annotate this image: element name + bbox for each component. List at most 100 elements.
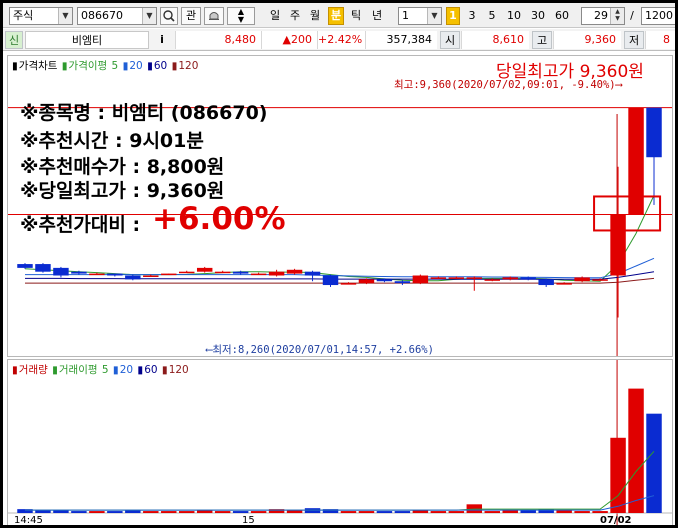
x-tick-1445: 14:45: [14, 515, 43, 525]
stock-info-button[interactable]: i: [153, 31, 171, 49]
stepper-icon[interactable]: ▲ ▼: [610, 8, 624, 24]
candle-body: [574, 277, 590, 282]
bell-icon: [209, 12, 219, 20]
legend-swatch-vol-ma60: ▮: [137, 364, 144, 376]
tab-day[interactable]: 일: [267, 7, 283, 25]
legend-swatch-ma120: ▮: [171, 60, 178, 72]
candle-body: [592, 279, 608, 281]
volume-bar: [71, 511, 87, 513]
volume-bar: [394, 511, 411, 513]
preset-30[interactable]: 30: [527, 7, 549, 25]
candle-body: [286, 269, 303, 274]
interval-value: 1: [402, 9, 409, 22]
legend-ma20: 20: [129, 60, 143, 72]
volume-bar: [592, 511, 608, 513]
search-button[interactable]: [160, 7, 178, 25]
price-change: ▲200: [261, 31, 317, 49]
candle-body: [161, 273, 177, 276]
candle-body: [556, 283, 572, 285]
chevron-down-icon[interactable]: ▼: [142, 8, 156, 24]
tab-minute[interactable]: 분: [328, 7, 344, 25]
tab-month[interactable]: 월: [307, 7, 323, 25]
legend-ma120: 120: [178, 60, 199, 72]
watchlist-button[interactable]: 관: [181, 7, 201, 25]
volume-bar: [628, 388, 644, 513]
legend-vol-ma60: 60: [144, 364, 158, 376]
legend-ma5: 5: [111, 60, 119, 72]
volume-bar: [214, 511, 231, 513]
chart-window: 주식 ▼ 086670 ▼ 관 ▲ ▼ 일 주 월 분 틱 년 1 ▼ 1 3 …: [3, 3, 675, 525]
recommend-highlight-box: [593, 195, 662, 232]
volume-bar: [646, 413, 662, 513]
legend-vol-ma120: 120: [168, 364, 189, 376]
volume-vol-ma20-line: [25, 495, 655, 511]
volume-bar: [179, 511, 195, 513]
candle-body: [143, 275, 159, 278]
volume-bar: [89, 511, 105, 513]
x-tick-0702: 07/02: [600, 515, 632, 525]
bell-button[interactable]: [204, 7, 224, 25]
candle-body: [304, 271, 321, 276]
stock-code-input[interactable]: 086670 ▼: [77, 7, 157, 25]
volume-bar: [448, 511, 465, 513]
candle-body: [376, 279, 393, 282]
preset-5[interactable]: 5: [484, 7, 500, 25]
volume-bar: [232, 511, 249, 513]
candle-body: [196, 267, 213, 272]
quote-bar: 신 비엠티 i 8,480 ▲200 +2.42% 357,384 시 8,61…: [3, 29, 675, 51]
total-count-input[interactable]: 1200: [641, 7, 675, 25]
candle-body: [502, 277, 518, 280]
updown-stepper[interactable]: ▲ ▼: [227, 7, 255, 25]
candle-body: [125, 275, 141, 280]
legend-swatch-ma20: ▮: [122, 60, 129, 72]
candle-body: [358, 279, 375, 284]
overlay-daily-high: ※당일최고가 : 9,360원: [20, 180, 225, 202]
candle-body: [412, 275, 429, 284]
volume-vol-ma5-line: [25, 450, 655, 511]
preset-10[interactable]: 10: [503, 7, 525, 25]
chevron-down-icon[interactable]: ▼: [427, 8, 441, 24]
preset-60[interactable]: 60: [551, 7, 573, 25]
high-label: 고: [532, 31, 552, 49]
interval-1-button[interactable]: 1: [446, 7, 460, 25]
volume-chart-panel[interactable]: ▮거래량 ▮거래이평 5 ▮20 ▮60 ▮120 14:45 15 07/02: [7, 359, 673, 525]
volume-bar: [161, 511, 177, 513]
candle-body: [538, 279, 554, 286]
current-price: 8,480: [175, 31, 261, 49]
legend-swatch-price: ▮: [12, 60, 18, 72]
max-price-annotation: 최고:9,360(2020/07/02,09:01, -9.40%)⟶: [394, 79, 622, 91]
legend-swatch-ma60: ▮: [147, 60, 153, 72]
candle-body: [17, 264, 33, 268]
volume-bar: [340, 511, 357, 513]
legend-vol-ma20: 20: [119, 364, 134, 376]
low-price: 8: [645, 31, 675, 49]
tab-year[interactable]: 년: [369, 7, 385, 25]
overlay-recommend-time: ※추천시간 : 9시01분: [20, 130, 204, 152]
low-label: 저: [624, 31, 644, 49]
count-stepper[interactable]: 29 ▲ ▼: [581, 7, 625, 25]
candle-body: [628, 107, 644, 215]
overlay-vs-recommend-label: ※추천가대비 :: [20, 214, 141, 236]
chevron-down-icon[interactable]: ▼: [58, 8, 72, 24]
volume-bar: [574, 511, 590, 513]
total-count-value: 1200: [645, 9, 673, 22]
overlay-recommend-price: ※추천매수가 : 8,800원: [20, 156, 225, 178]
price-chart-panel[interactable]: ▮가격차트 ▮가격이평 5 ▮20 ▮60 ▮120 당일최고가 9,360원 …: [7, 55, 673, 357]
candle-body: [107, 273, 123, 276]
tab-tick[interactable]: 틱: [348, 7, 364, 25]
candle-body: [250, 273, 267, 276]
stepper-up-down-icon: ▲ ▼: [237, 7, 245, 24]
interval-1-label: 1: [449, 9, 457, 22]
candle-body: [179, 271, 195, 274]
candle-body: [340, 283, 357, 285]
volume-bar: [143, 511, 159, 513]
volume-bar: [430, 511, 447, 513]
candle-body: [520, 277, 536, 280]
preset-3[interactable]: 3: [464, 7, 480, 25]
tab-week[interactable]: 주: [287, 7, 303, 25]
candle-body: [35, 264, 51, 272]
market-select[interactable]: 주식 ▼: [9, 7, 73, 25]
credit-badge: 신: [5, 31, 23, 49]
volume-chart[interactable]: [8, 360, 672, 525]
interval-select[interactable]: 1 ▼: [398, 7, 442, 25]
